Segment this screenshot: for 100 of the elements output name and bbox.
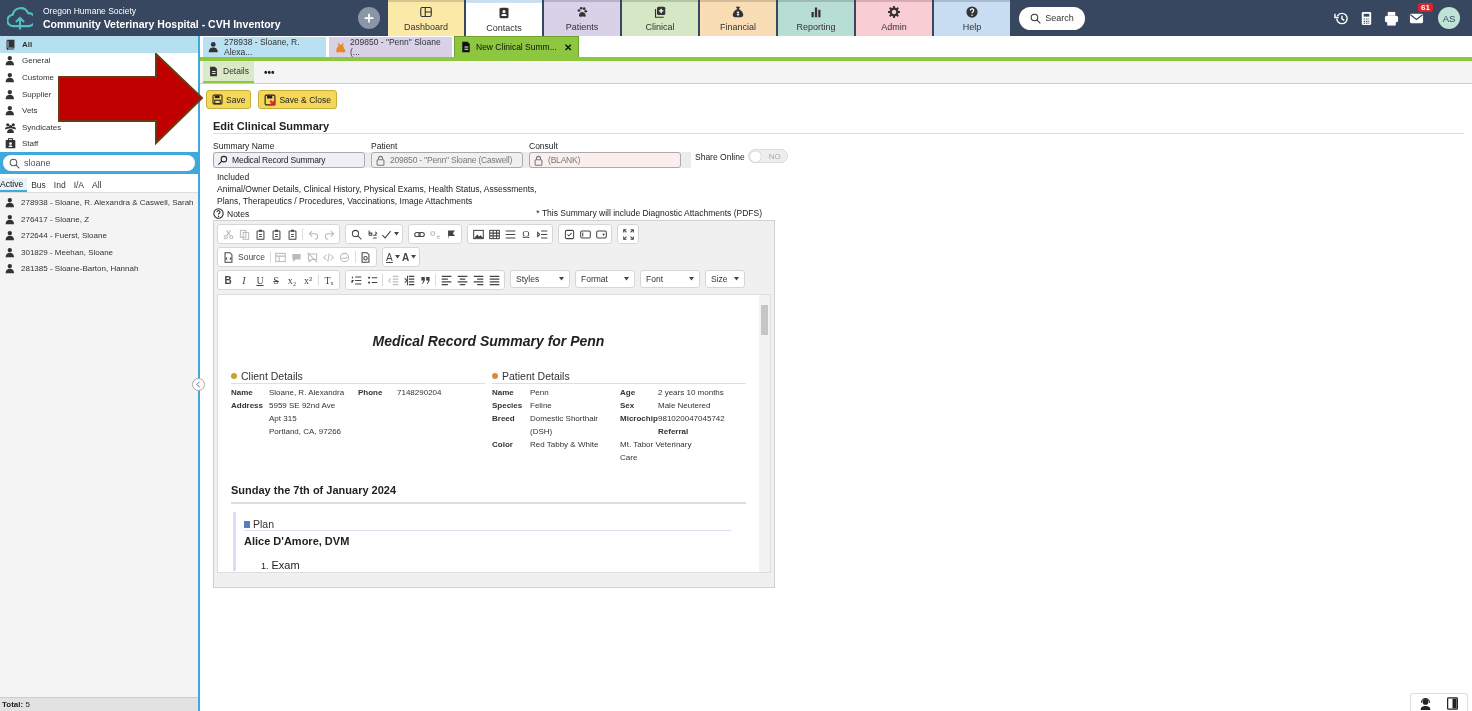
category-item[interactable]: Vets [22,106,38,116]
nav-tab[interactable]: Dashboard [388,0,464,36]
format-button[interactable]: Ω [518,226,534,242]
category-item[interactable]: All [0,36,198,53]
nav-tab[interactable]: Clinical [622,0,698,36]
nav-tab[interactable]: Contacts [466,0,542,36]
signature-icon [339,251,351,263]
text-field-icon [579,228,591,240]
format-button[interactable]: B [220,272,236,288]
help-icon [213,208,224,219]
contact-item[interactable]: 278938 - Sloane, R. Alexandra & Caswell, Sarah [0,194,198,211]
category-item[interactable]: General [22,56,51,66]
detail-label: Breed [492,413,516,425]
redo-icon [323,228,335,240]
input-field[interactable]: (BLANK) [529,152,681,168]
format-button[interactable]: U [252,272,268,288]
undo-icon [307,228,319,240]
dropdown[interactable]: Size [705,270,745,288]
format-button[interactable]: I [236,272,252,288]
print-icon [1384,10,1399,26]
select-field-icon [595,228,607,240]
contact-item[interactable]: 301829 - Meehan, Sloane [0,243,198,261]
page-break-icon [536,228,548,240]
caret-icon [689,277,694,281]
add-button[interactable] [358,7,380,29]
dropdown[interactable]: Font [640,270,700,288]
comment-icon [291,251,303,263]
exit-button[interactable] [1446,697,1459,710]
dropdown[interactable]: Format [575,270,635,288]
support-button[interactable] [1419,697,1432,710]
format-button[interactable]: x² [300,272,316,288]
paste-icon [286,228,298,240]
document-title: Medical Record Summary for Penn [371,333,606,349]
save-button[interactable]: Save [206,90,252,109]
format-button[interactable]: x₂ [284,272,300,288]
group-icon [5,121,16,133]
calculator-button[interactable] [1359,10,1374,26]
filter-tab[interactable]: Active [0,178,28,193]
preview-icon [360,251,372,263]
filter-tab[interactable]: Bus [27,178,50,193]
category-item[interactable]: Syndicates [22,122,62,132]
contact-item[interactable]: 276417 - Sloane, Z [0,210,198,228]
nav-tab[interactable]: Financial [700,0,776,36]
image-icon [472,228,484,240]
nav-tab[interactable]: Admin [856,0,932,36]
details-tab[interactable]: Details [203,61,254,83]
history-button[interactable] [1334,10,1349,26]
detail-label: Species [492,400,524,412]
bar-chart-icon [810,6,822,18]
print-button[interactable] [1384,10,1399,26]
contact-item[interactable]: 272644 - Fuerst, Sloane [0,227,198,244]
category-item[interactable]: Staff [22,139,39,149]
nav-tab[interactable]: Reporting [778,0,854,36]
field-label: Included [217,172,251,182]
filter-tab[interactable]: Ind [49,178,70,193]
book-icon [5,38,16,50]
input-field[interactable]: 209850 - "Penn" Sloane (Caswell) [371,152,523,168]
format-button[interactable]: A [384,249,401,265]
document-icon [460,41,472,53]
list-item: Exam [271,559,300,571]
category-item[interactable]: Supplier [22,89,52,99]
format-button[interactable]: S [268,272,284,288]
search-button[interactable]: Search [1019,6,1085,30]
search-field[interactable]: sloane [3,155,195,172]
dropdown[interactable]: Styles [510,270,570,288]
section-title: Edit Clinical Summary [213,120,1464,134]
scrollbar[interactable] [759,295,770,572]
format-button[interactable]: A [400,249,418,265]
detail-label: Phone [358,387,384,399]
source-icon [223,251,234,263]
field-label: Summary Name [213,141,276,152]
door-icon [1446,697,1459,710]
details-heading: Client Details [241,370,303,382]
user-avatar[interactable]: AS [1438,7,1460,29]
save-close-button[interactable]: Save & Close [258,90,337,109]
app-title: Community Veterinary Hospital - CVH Inventory [43,18,282,30]
source-button[interactable]: Source [220,249,268,265]
align-right-icon [472,274,484,286]
close-button[interactable]: ✕ [564,41,572,53]
cat-icon [334,41,346,53]
nav-tab[interactable]: Patients [544,0,620,36]
filter-tab[interactable]: All [88,178,106,193]
document-tab[interactable]: New Clinical Summ... ✕ [455,37,578,57]
plus-icon [362,11,376,25]
detail-label: Age [620,387,637,399]
filter-tab[interactable]: I/A [69,178,89,193]
contact-item[interactable]: 281385 - Sloane-Barton, Hannah [0,260,198,278]
detail-value: Red Tabby & White [530,439,600,451]
nav-tab[interactable]: Help [934,0,1010,36]
document-tab[interactable]: 209850 - "Penn" Sloane (... [329,37,452,57]
field-label: Consult [529,141,559,152]
input-field[interactable]: Medical Record Summary [213,152,365,168]
format-button[interactable]: Tₓ [321,272,337,288]
detail-value: Mt. Tabor Veterinary Care [620,439,693,464]
plan-heading: Plan [253,518,274,530]
document-tab[interactable]: 278938 - Sloane, R. Alexa... [203,37,326,57]
align-center-icon [456,274,468,286]
settings-icon [888,6,900,18]
category-item[interactable]: Custome [22,73,54,82]
more-button[interactable]: ••• [260,61,279,83]
